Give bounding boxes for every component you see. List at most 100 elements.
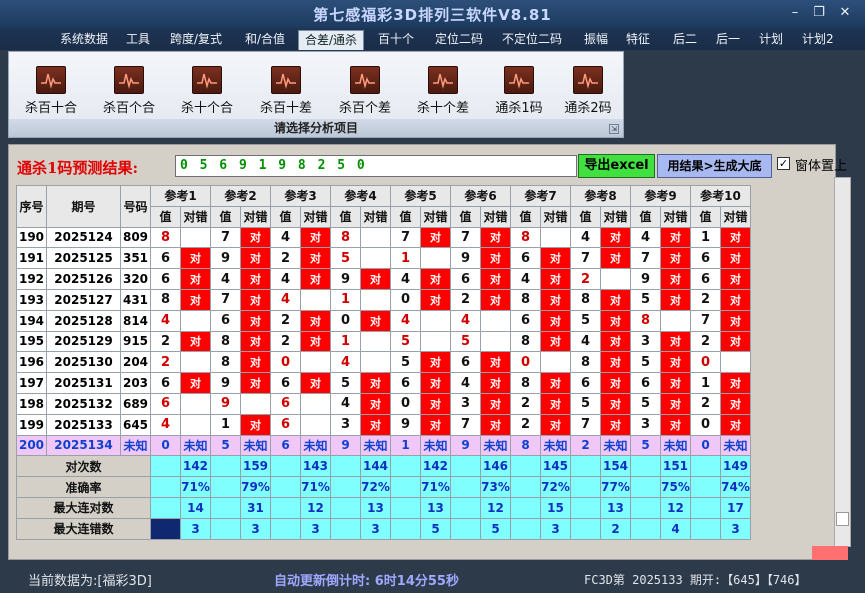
minimize-button[interactable]: – <box>784 5 806 21</box>
hit-cell: 对 <box>720 247 751 270</box>
scrollbar-thumb[interactable] <box>836 512 849 526</box>
col-ref-7[interactable]: 参考7 <box>510 185 571 207</box>
stat-label: 对次数 <box>16 455 151 478</box>
menu-item-4[interactable]: 合差/通杀 <box>298 30 365 50</box>
value-cell: 4 <box>510 268 541 290</box>
miss-cell <box>660 309 691 332</box>
stat-spacer <box>630 496 661 519</box>
col-ref-9[interactable]: 参考9 <box>630 185 691 207</box>
table-row[interactable]: 197 2025131 203 6 对 9 对 6 对 5 对 6 对 4 对 8 对 6 对 6 对 1 对 <box>16 372 751 394</box>
ribbon-button-3[interactable]: 杀百十差 <box>254 66 318 116</box>
menu-item-11[interactable]: 后一 <box>710 30 746 50</box>
ribbon-button-7[interactable]: 通杀2码 <box>556 66 620 116</box>
value-cell: 7 <box>210 226 241 249</box>
hit-cell: 对 <box>660 351 691 374</box>
hit-cell: 对 <box>540 268 571 290</box>
col-ref-8[interactable]: 参考8 <box>570 185 631 207</box>
restore-button[interactable]: ❐ <box>808 5 830 21</box>
table-row[interactable]: 190 2025124 809 8 7 对 4 对 8 7 对 7 对 8 4 对 4 对 1 对 <box>16 226 751 249</box>
table-row[interactable]: 195 2025129 915 2 对 8 对 2 对 1 5 5 8 对 4 对 3 对 2 对 <box>16 330 751 353</box>
table-row[interactable]: 194 2025128 814 4 6 对 2 对 0 对 4 4 6 对 5 对 8 7 对 <box>16 309 751 332</box>
menu-item-6[interactable]: 定位二码 <box>429 30 489 50</box>
hit-cell: 对 <box>300 247 331 270</box>
value-cell: 0 <box>390 288 421 311</box>
hit-cell: 对 <box>720 392 751 415</box>
hit-cell: 对 <box>600 372 631 394</box>
table-row[interactable]: 192 2025126 320 6 对 4 对 4 对 9 对 4 对 6 对 4 对 2 9 对 6 对 <box>16 268 751 290</box>
seq-cell: 193 <box>16 288 47 311</box>
menu-item-7[interactable]: 不定位二码 <box>496 30 568 50</box>
generate-base-button[interactable]: 用结果>生成大底 <box>657 154 772 178</box>
value-cell: 9 <box>390 413 421 436</box>
seq-cell: 191 <box>16 247 47 270</box>
unknown-cell: 未知 <box>300 434 331 457</box>
value-cell: 7 <box>570 413 601 436</box>
table-row[interactable]: 198 2025132 689 6 9 6 4 对 0 对 3 对 2 对 5 对 5 对 2 对 <box>16 392 751 415</box>
hit-cell: 对 <box>660 226 691 249</box>
future-row[interactable]: 200 2025134 未知 0 未知 5 未知 6 未知 9 未知 1 未知 9 未知 8 未知 2 未知 5 未知 0… <box>16 434 751 457</box>
col-ref-6[interactable]: 参考6 <box>450 185 511 207</box>
ribbon-expand-icon[interactable]: ⇲ <box>609 124 619 134</box>
value-cell: 4 <box>570 226 601 249</box>
value-cell: 2 <box>510 413 541 436</box>
miss-cell <box>360 247 391 270</box>
hit-cell: 对 <box>360 392 391 415</box>
stat-spacer <box>150 517 181 540</box>
period-cell: 2025129 <box>46 330 121 353</box>
close-button[interactable]: ✕ <box>834 5 856 21</box>
value-cell: 6 <box>270 434 301 457</box>
menu-item-9[interactable]: 特征 <box>620 30 656 50</box>
col-seq: 序号 <box>16 185 47 228</box>
col-ref-10[interactable]: 参考10 <box>690 185 751 207</box>
col-value: 值 <box>450 205 481 228</box>
menu-item-1[interactable]: 工具 <box>120 30 156 50</box>
countdown-value: 6时14分55秒 <box>374 574 459 589</box>
col-ref-2[interactable]: 参考2 <box>210 185 271 207</box>
menu-item-2[interactable]: 跨度/复式 <box>164 30 228 50</box>
table-row[interactable]: 193 2025127 431 8 对 7 对 4 1 0 对 2 对 8 对 8 对 5 对 2 对 <box>16 288 751 311</box>
stat-spacer <box>390 476 421 498</box>
draw-number-cell: 320 <box>120 268 151 290</box>
menu-item-8[interactable]: 振幅 <box>578 30 614 50</box>
col-ref-3[interactable]: 参考3 <box>270 185 331 207</box>
pin-window-checkbox[interactable]: ✓ <box>777 157 790 170</box>
stat-spacer <box>630 455 661 478</box>
ribbon-button-2[interactable]: 杀十个合 <box>175 66 239 116</box>
ribbon-button-0[interactable]: 杀百十合 <box>19 66 83 116</box>
menu-item-3[interactable]: 和/合值 <box>239 30 291 50</box>
prediction-result-field[interactable]: 0 5 6 9 1 9 8 2 5 0 <box>175 155 577 177</box>
stat-spacer <box>690 496 721 519</box>
value-cell: 6 <box>510 247 541 270</box>
menu-bar: 系统数据 工具 跨度/复式 和/合值 合差/通杀 百十个 定位二码 不定位二码 振幅 特征 后二 后一… <box>0 28 865 50</box>
table-row[interactable]: 196 2025130 204 2 8 对 0 4 5 对 6 对 0 8 对 5 对 0 <box>16 351 751 374</box>
table-row[interactable]: 199 2025133 645 4 1 对 6 3 对 9 对 7 对 2 对 7 对 3 对 0 对 <box>16 413 751 436</box>
value-cell: 5 <box>570 309 601 332</box>
ribbon-button-4[interactable]: 杀百个差 <box>333 66 397 116</box>
menu-item-5[interactable]: 百十个 <box>372 30 420 50</box>
col-ref-5[interactable]: 参考5 <box>390 185 451 207</box>
export-excel-button[interactable]: 导出excel <box>578 154 655 178</box>
value-cell: 8 <box>150 288 181 311</box>
hit-cell: 对 <box>240 372 271 394</box>
hit-cell: 对 <box>420 268 451 290</box>
col-result: 对错 <box>240 205 271 228</box>
value-cell: 5 <box>390 351 421 374</box>
ribbon-button-5[interactable]: 杀十个差 <box>411 66 475 116</box>
menu-item-13[interactable]: 计划2 <box>796 30 840 50</box>
col-ref-4[interactable]: 参考4 <box>330 185 391 207</box>
col-ref-1[interactable]: 参考1 <box>150 185 211 207</box>
menu-item-0[interactable]: 系统数据 <box>54 30 114 50</box>
menu-item-10[interactable]: 后二 <box>667 30 703 50</box>
miss-cell <box>180 413 211 436</box>
stat-row: 最大连错数 3 3 3 3 5 5 3 2 4 3 <box>16 517 751 540</box>
ribbon-button-6[interactable]: 通杀1码 <box>487 66 551 116</box>
table-row[interactable]: 191 2025125 351 6 对 9 对 2 对 5 1 9 对 6 对 7 对 7 对 6 对 <box>16 247 751 270</box>
menu-item-12[interactable]: 计划 <box>753 30 789 50</box>
hit-cell: 对 <box>360 268 391 290</box>
vertical-scrollbar[interactable] <box>834 177 851 547</box>
hit-cell: 对 <box>420 226 451 249</box>
stat-value: 154 <box>600 455 631 478</box>
status-data-source: 当前数据为:[福彩3D] <box>28 574 152 589</box>
ribbon-button-1[interactable]: 杀百个合 <box>97 66 161 116</box>
miss-cell <box>540 226 571 249</box>
